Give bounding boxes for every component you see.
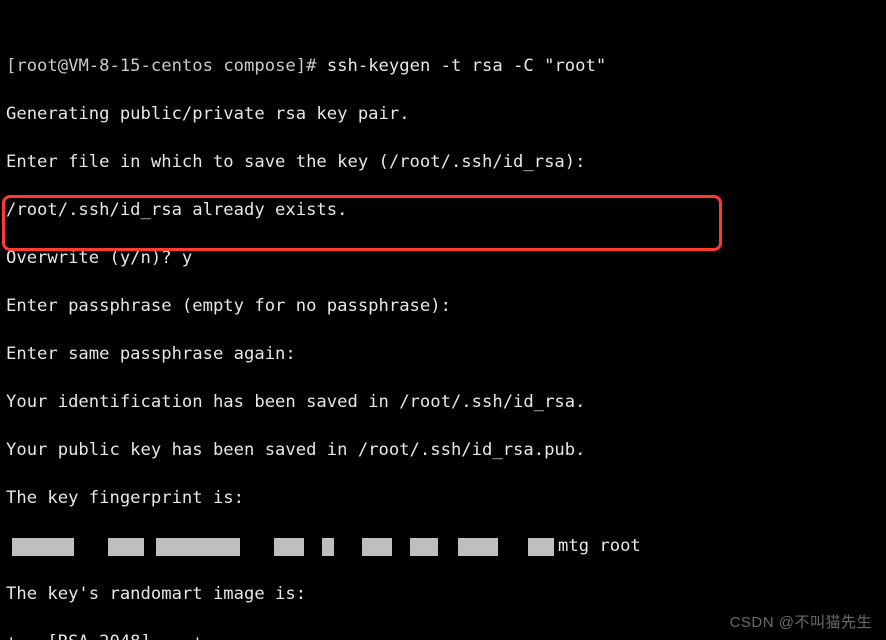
censor-block [410, 538, 438, 556]
output-line: Enter file in which to save the key (/ro… [6, 150, 880, 174]
output-line: /root/.ssh/id_rsa already exists. [6, 198, 880, 222]
watermark-text: CSDN @不叫猫先生 [730, 611, 872, 632]
output-line: Overwrite (y/n)? y [6, 246, 880, 270]
prompt-bracket-close: ]# [296, 56, 327, 76]
terminal-window[interactable]: [root@VM-8-15-centos compose]# ssh-keyge… [0, 0, 886, 640]
censor-block [528, 538, 554, 556]
fingerprint-suffix: mtg root [558, 534, 641, 558]
output-line-saved-id: Your identification has been saved in /r… [6, 390, 880, 414]
redacted-fingerprint-line: mtg root [6, 534, 880, 558]
output-line: Enter passphrase (empty for no passphras… [6, 294, 880, 318]
censor-block [458, 538, 498, 556]
shell-prompt-line-1[interactable]: [root@VM-8-15-centos compose]# ssh-keyge… [6, 54, 880, 78]
censor-block [12, 538, 74, 556]
command-text: ssh-keygen -t rsa -C "root" [327, 56, 606, 76]
prompt-bracket-open: [ [6, 56, 16, 76]
censor-block [156, 538, 240, 556]
output-line: Enter same passphrase again: [6, 342, 880, 366]
output-line: Generating public/private rsa key pair. [6, 102, 880, 126]
prompt-cwd: compose [223, 56, 295, 76]
censor-block [362, 538, 392, 556]
censor-block [322, 538, 334, 556]
prompt-userhost: root@VM-8-15-centos [16, 56, 213, 76]
prompt-space [213, 56, 223, 76]
output-line-saved-pub: Your public key has been saved in /root/… [6, 438, 880, 462]
censor-block [108, 538, 144, 556]
censor-block [274, 538, 304, 556]
output-line: The key's randomart image is: [6, 582, 880, 606]
output-line: The key fingerprint is: [6, 486, 880, 510]
